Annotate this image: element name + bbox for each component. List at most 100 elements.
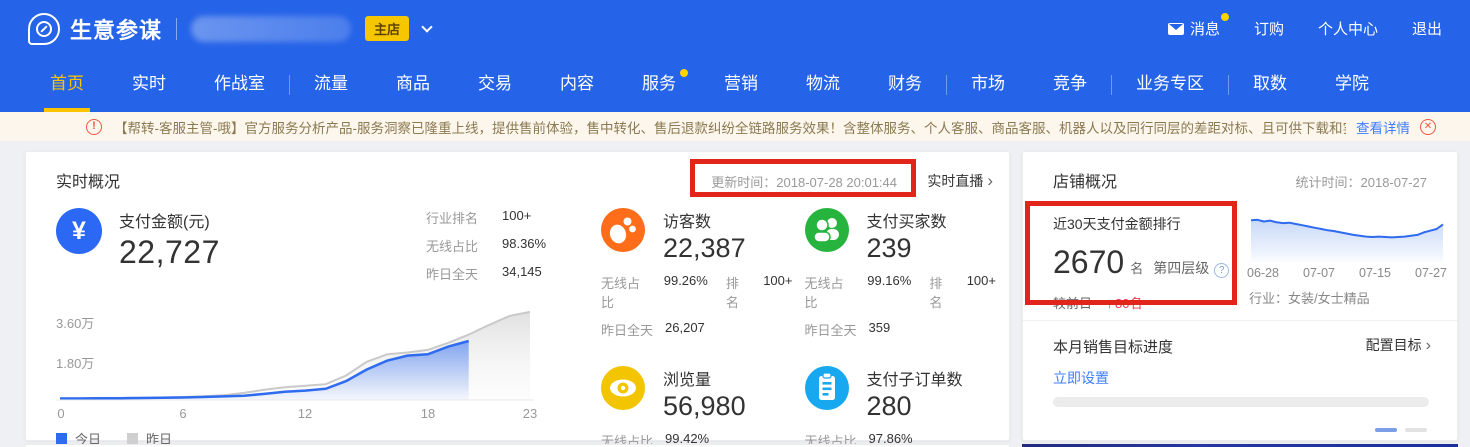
nav-finance[interactable]: 财务 (864, 57, 946, 112)
messages-menu[interactable]: 消息 (1168, 18, 1220, 39)
pager-dot[interactable] (1405, 428, 1427, 432)
nav-academy[interactable]: 学院 (1311, 57, 1393, 112)
main-nav: 首页 实时 作战室 流量 商品 交易 内容 服务 营销 物流 财务 市场 竞争 … (0, 57, 1470, 112)
update-time: 更新时间：2018-07-28 20:01:44 (711, 172, 897, 191)
industry-label: 行业：女装/女士精品 (1249, 288, 1370, 307)
warning-icon: ! (86, 119, 102, 135)
stat-pageviews: 浏览量 56,980 无线占比99.42% 昨日全天72,999 (601, 366, 793, 447)
header-divider (176, 18, 177, 40)
notice-close-icon[interactable]: ✕ (1420, 119, 1436, 135)
store-name-redacted (191, 16, 351, 42)
notice-detail-link[interactable]: 查看详情 (1356, 117, 1410, 137)
metric-label: 昨日全天 (426, 264, 502, 283)
x-tick: 18 (421, 406, 435, 421)
yesterday-legend-swatch (127, 433, 138, 444)
configure-goal-link[interactable]: 配置目标› (1366, 335, 1431, 355)
nav-service-new-dot (680, 69, 688, 77)
x-tick: 0 (57, 406, 64, 421)
stat-visitors: 访客数 22,387 无线占比99.26%排名100+ 昨日全天26,207 (601, 208, 793, 339)
sparkline-date-ticks: 06-28 07-07 07-15 07-27 (1247, 266, 1447, 280)
configure-goal-label: 配置目标 (1366, 337, 1422, 353)
pager-dot-active[interactable] (1375, 428, 1397, 432)
live-broadcast-label: 实时直播 (927, 173, 983, 189)
payment-metrics: 行业排名100+ 无线占比98.36% 昨日全天34,145 (426, 208, 546, 292)
rank-trend-sparkline (1249, 212, 1445, 262)
stat-value: 239 (867, 233, 947, 264)
nav-logistics[interactable]: 物流 (782, 57, 864, 112)
realtime-card-header: 实时概况 更新时间：2018-07-28 20:01:44 实时直播› (26, 152, 1009, 196)
metric-value: 34,145 (502, 264, 542, 283)
date-tick: 07-07 (1303, 266, 1335, 280)
stat-title: 浏览量 (663, 366, 746, 390)
realtime-title: 实时概况 (56, 168, 120, 192)
stat-title: 支付子订单数 (867, 366, 963, 390)
subscribe-label: 订购 (1254, 18, 1284, 39)
nav-service[interactable]: 服务 (618, 57, 700, 112)
rank-title: 近30天支付金额排行 (1053, 214, 1229, 234)
messages-label: 消息 (1190, 18, 1220, 39)
footprint-icon (601, 208, 645, 252)
arrow-up-icon: ↑ (1106, 295, 1113, 311)
metric-value: 98.36% (502, 236, 546, 255)
brand-logo-icon (28, 13, 60, 45)
personal-center-label: 个人中心 (1318, 18, 1378, 39)
brand-name: 生意参谋 (70, 13, 162, 45)
payment-rank-block: 近30天支付金额排行 2670 名 第四层级 ? 较前日 ↑ 80名 (1053, 214, 1229, 312)
eye-icon (601, 366, 645, 410)
nav-service-label: 服务 (642, 74, 676, 93)
live-broadcast-link[interactable]: 实时直播› (927, 171, 993, 191)
messages-unread-dot (1221, 13, 1229, 21)
subscribe-menu[interactable]: 订购 (1254, 18, 1284, 39)
payment-value: 22,727 (119, 234, 220, 271)
delta-value: 80名 (1115, 293, 1142, 312)
nav-content[interactable]: 内容 (536, 57, 618, 112)
today-legend-swatch (56, 433, 67, 444)
store-switch-chevron-down-icon[interactable] (421, 21, 432, 32)
nav-war-room[interactable]: 作战室 (190, 57, 289, 112)
goal-progress-bar (1053, 397, 1429, 407)
x-tick: 6 (179, 406, 186, 421)
payment-amount-block: ¥ 支付金额(元) 22,727 (56, 208, 220, 271)
nav-home[interactable]: 首页 (26, 57, 108, 112)
stat-paid-suborders: 支付子订单数 280 无线占比97.86% 昨日全天394 (805, 366, 997, 447)
main-store-badge: 主店 (365, 16, 409, 41)
chevron-right-icon: › (1426, 337, 1431, 354)
stat-value: 22,387 (663, 233, 746, 264)
logout-menu[interactable]: 退出 (1412, 18, 1442, 39)
chevron-right-icon: › (987, 171, 993, 190)
nav-traffic[interactable]: 流量 (290, 57, 372, 112)
x-tick: 12 (298, 406, 312, 421)
x-tick: 23 (523, 406, 537, 421)
setup-now-link[interactable]: 立即设置 (1053, 368, 1109, 388)
app-header: 生意参谋 主店 消息 订购 个人中心 退出 (0, 0, 1470, 57)
nav-competition[interactable]: 竞争 (1029, 57, 1111, 112)
nav-products[interactable]: 商品 (372, 57, 454, 112)
nav-data-extract[interactable]: 取数 (1229, 57, 1311, 112)
realtime-stats-grid: 访客数 22,387 无线占比99.26%排名100+ 昨日全天26,207 支… (601, 208, 996, 447)
realtime-trend-chart (54, 301, 536, 405)
shop-card-header: 店铺概况 统计时间：2018-07-27 (1023, 152, 1457, 196)
nav-trade[interactable]: 交易 (454, 57, 536, 112)
clipboard-icon (805, 366, 849, 410)
nav-market[interactable]: 市场 (947, 57, 1029, 112)
nav-realtime[interactable]: 实时 (108, 57, 190, 112)
stat-value: 280 (867, 391, 963, 422)
metric-label: 行业排名 (426, 208, 502, 227)
nav-marketing[interactable]: 营销 (700, 57, 782, 112)
notice-text: 【帮转-客服主管-哦】官方服务分析产品-服务洞察已隆重上线，提供售前体验，售中转… (114, 117, 1346, 137)
goal-title: 本月销售目标进度 (1053, 336, 1173, 357)
notice-bar: ! 【帮转-客服主管-哦】官方服务分析产品-服务洞察已隆重上线，提供售前体验，售… (0, 112, 1470, 141)
section-divider (1023, 320, 1457, 321)
nav-business-zone[interactable]: 业务专区 (1112, 57, 1228, 112)
delta-label: 较前日 (1053, 293, 1092, 312)
shop-overview-card: 店铺概况 统计时间：2018-07-27 近30天支付金额排行 2670 名 第… (1022, 151, 1458, 441)
buyers-icon (805, 208, 849, 252)
mail-icon (1168, 23, 1184, 35)
rank-unit: 名 (1130, 258, 1143, 277)
stat-paying-buyers: 支付买家数 239 无线占比99.16%排名100+ 昨日全天359 (805, 208, 997, 339)
question-icon[interactable]: ? (1214, 263, 1229, 278)
personal-center-menu[interactable]: 个人中心 (1318, 18, 1378, 39)
card-pager (1375, 428, 1427, 432)
stat-title: 访客数 (663, 208, 746, 232)
x-axis-ticks: 0 6 12 18 23 (54, 406, 536, 422)
